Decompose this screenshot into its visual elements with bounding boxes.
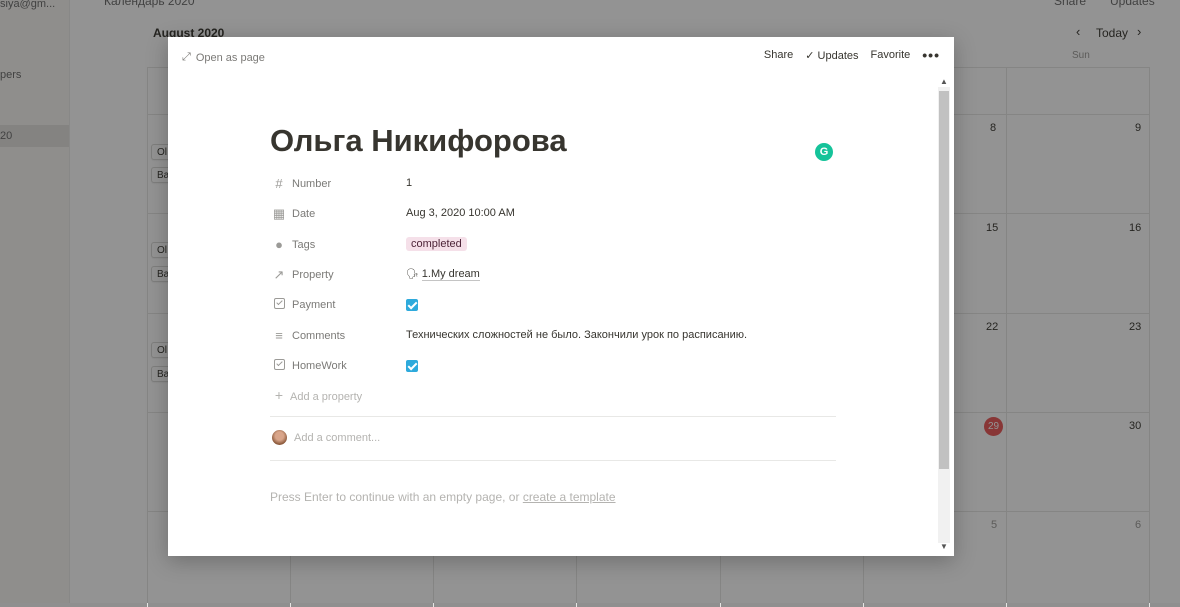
property-name[interactable]: Comments [292,330,345,342]
relation-link[interactable]: 1.My dream [421,268,480,281]
speaking-head-icon: 🗣 [406,269,419,280]
payment-checkbox[interactable] [406,299,418,311]
comment-row[interactable]: Add a comment... [272,430,380,445]
property-name[interactable]: Payment [292,299,335,311]
property-name[interactable]: Date [292,208,315,220]
property-value-tags[interactable]: completed [406,237,467,251]
scroll-thumb[interactable] [939,91,949,469]
add-property-button[interactable]: + Add a property [272,387,362,403]
divider [270,460,836,461]
scroll-up-icon[interactable]: ▲ [940,77,948,86]
property-row-payment[interactable]: Payment [272,296,852,318]
homework-checkbox[interactable] [406,360,418,372]
empty-page-hint: Press Enter to continue with an empty pa… [270,490,616,504]
property-row-homework[interactable]: HomeWork [272,357,852,379]
scroll-down-icon[interactable]: ▼ [940,542,948,551]
check-icon: ✓ [805,49,818,62]
property-name[interactable]: Property [292,269,334,281]
add-comment-input[interactable]: Add a comment... [294,432,380,444]
property-name[interactable]: Tags [292,239,315,251]
modal-toolbar: Share ✓ Updates Favorite ••• [764,47,940,63]
share-button[interactable]: Share [764,49,793,61]
more-options-icon[interactable]: ••• [922,47,940,63]
favorite-button[interactable]: Favorite [871,49,911,61]
page-title[interactable]: Ольга Никифорова [270,123,567,159]
text-lines-icon: ≡ [275,328,283,343]
property-value-comments[interactable]: Технических сложностей не было. Закончил… [406,329,747,341]
create-template-link[interactable]: create a template [523,490,616,504]
divider [270,416,836,417]
open-as-page-button[interactable]: ⤢ Open as page [182,51,265,64]
checkbox-icon [272,359,286,373]
add-property-label: Add a property [290,391,363,403]
relation-arrow-icon: ↗ [273,267,285,282]
property-row-relation[interactable]: ↗ Property 🗣 1.My dream [272,266,852,288]
property-value-date[interactable]: Aug 3, 2020 10:00 AM [406,207,515,219]
open-as-page-label: Open as page [195,51,265,64]
updates-label: Updates [817,49,859,62]
plus-icon: + [274,387,284,403]
empty-hint-text: Press Enter to continue with an empty pa… [270,490,523,504]
property-value-number[interactable]: 1 [406,177,412,189]
number-icon: # [275,176,283,191]
updates-button[interactable]: ✓ Updates [805,49,858,62]
grammarly-icon[interactable]: G [815,143,833,161]
property-row-comments[interactable]: ≡ Comments Технических сложностей не был… [272,327,852,349]
property-row-number[interactable]: # Number 1 [272,175,852,197]
property-name[interactable]: Number [292,178,331,190]
page-peek-modal: ⤢ Open as page Share ✓ Updates Favorite … [168,37,954,556]
calendar-icon: ▦ [272,206,286,221]
checkbox-icon [272,298,286,312]
property-value-relation[interactable]: 🗣 1.My dream [406,268,480,281]
tag-completed[interactable]: completed [406,237,467,251]
tags-icon: ● [275,237,283,252]
modal-scrollbar[interactable]: ▲ ▼ [937,75,952,556]
avatar [272,430,287,445]
expand-icon: ⤢ [182,51,191,63]
property-name[interactable]: HomeWork [292,360,347,372]
property-row-tags[interactable]: ● Tags completed [272,236,852,258]
property-row-date[interactable]: ▦ Date Aug 3, 2020 10:00 AM [272,205,852,227]
